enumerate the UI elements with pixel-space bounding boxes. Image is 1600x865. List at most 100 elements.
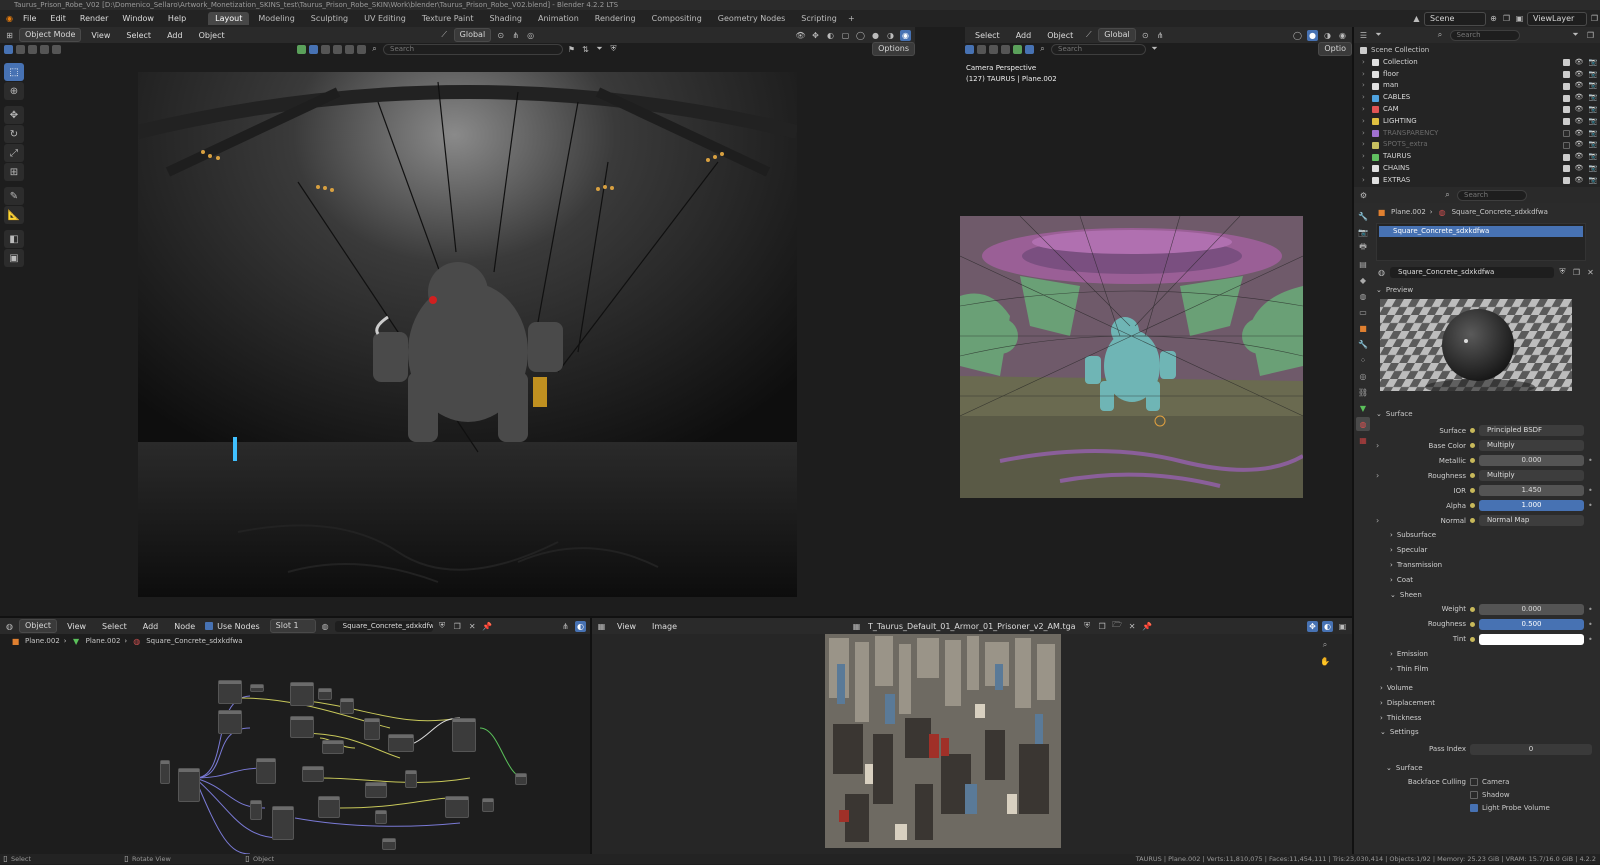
- camera-shading-wire-icon[interactable]: ◯: [1292, 30, 1303, 41]
- outliner-collection-row[interactable]: › CABLES 👁 📷: [1354, 92, 1600, 104]
- output-tab-icon[interactable]: 🖶: [1356, 241, 1370, 255]
- modifier-tab-icon[interactable]: 🔧: [1356, 337, 1370, 351]
- keyframe-dot-icon[interactable]: •: [1588, 486, 1593, 495]
- expand-chevron-icon[interactable]: ›: [1362, 151, 1368, 163]
- collapsed-subsection[interactable]: › Transmission: [1376, 558, 1600, 573]
- camera-pivot-icon[interactable]: ⊙: [1140, 30, 1151, 41]
- shader-node[interactable]: [375, 810, 387, 824]
- node-menu-add[interactable]: Add: [137, 620, 165, 633]
- keyframe-dot-icon[interactable]: •: [1588, 605, 1593, 614]
- menu-window[interactable]: Window: [116, 12, 160, 25]
- use-nodes-checkbox[interactable]: [205, 622, 214, 630]
- shader-editor-type-icon[interactable]: ◍: [4, 621, 15, 632]
- shader-node[interactable]: [256, 758, 276, 784]
- shader-node[interactable]: [178, 768, 200, 802]
- pan-hand-icon[interactable]: ✋: [1318, 654, 1332, 668]
- image-browse-icon[interactable]: ▦: [851, 621, 862, 632]
- move-tool-icon[interactable]: ✥: [4, 106, 24, 124]
- collection-tab-icon[interactable]: ▭: [1356, 305, 1370, 319]
- outliner-collection-row[interactable]: › TAURUS 👁 📷: [1354, 151, 1600, 163]
- outliner-collection-row[interactable]: › Collection 👁 📷: [1354, 57, 1600, 69]
- outliner-collection-row[interactable]: › TRANSPARENCY 👁 📷: [1354, 128, 1600, 140]
- property-field[interactable]: 0.500: [1479, 618, 1584, 630]
- light-probe-checkbox[interactable]: [1470, 804, 1478, 813]
- keyframe-dot-icon[interactable]: •: [1588, 620, 1593, 629]
- node-material-icon[interactable]: ◍: [320, 621, 331, 632]
- tab-modeling[interactable]: Modeling: [251, 12, 301, 25]
- render-camera-icon[interactable]: 📷: [1588, 69, 1598, 81]
- shader-node[interactable]: [365, 782, 387, 798]
- camera-view-menu-object[interactable]: Object: [1041, 29, 1079, 42]
- expand-chevron-icon[interactable]: ›: [1362, 104, 1368, 116]
- node-material-field[interactable]: Square_Concrete_sdxkdfwa: [334, 620, 433, 632]
- camera-shading-solid-icon[interactable]: ●: [1307, 29, 1318, 41]
- shader-object-dropdown[interactable]: Object: [19, 619, 58, 633]
- image-menu-image[interactable]: Image: [646, 620, 683, 633]
- property-field[interactable]: 1.000: [1479, 500, 1584, 511]
- texture-tab-icon[interactable]: ▦: [1356, 433, 1370, 447]
- node-duplicate-icon[interactable]: ❐: [452, 621, 463, 632]
- image-gizmo-icon[interactable]: ✥: [1307, 620, 1318, 632]
- shader-node[interactable]: [218, 710, 242, 734]
- viewport-search-input[interactable]: Search: [383, 43, 563, 55]
- camera-shading-rendered-icon[interactable]: ◉: [1337, 30, 1348, 41]
- render-camera-icon[interactable]: 📷: [1588, 151, 1598, 163]
- menu-render[interactable]: Render: [74, 12, 114, 25]
- collection-exclude-checkbox[interactable]: [1563, 82, 1570, 90]
- node-menu-node[interactable]: Node: [168, 620, 201, 633]
- options-dropdown[interactable]: Options: [872, 42, 915, 56]
- menu-help[interactable]: Help: [162, 12, 192, 25]
- render-camera-icon[interactable]: 📷: [1588, 80, 1598, 92]
- shading-wire-icon[interactable]: ◯: [855, 30, 866, 41]
- node-menu-view[interactable]: View: [61, 620, 92, 633]
- outliner-root[interactable]: Scene Collection: [1354, 45, 1600, 57]
- image-fake-user-icon[interactable]: ⛨: [1082, 621, 1093, 632]
- visibility-eye-icon[interactable]: 👁: [1574, 80, 1584, 92]
- proportional-icon[interactable]: ◎: [525, 30, 536, 41]
- zoom-icon[interactable]: ⌕: [1318, 638, 1332, 652]
- shader-node[interactable]: [340, 698, 354, 714]
- socket-dot-icon[interactable]: [1470, 606, 1475, 612]
- transform-orientation-dropdown[interactable]: Global: [453, 28, 492, 42]
- filter-icon[interactable]: [297, 44, 306, 54]
- shader-node[interactable]: [160, 760, 170, 784]
- socket-dot-icon[interactable]: [1470, 428, 1475, 433]
- render-camera-icon[interactable]: 📷: [1588, 92, 1598, 104]
- surface-panel-header[interactable]: ⌄ Surface: [1376, 407, 1600, 421]
- select-extend-icon[interactable]: [16, 44, 25, 54]
- collection-exclude-checkbox[interactable]: [1563, 177, 1570, 185]
- menu-file[interactable]: File: [17, 12, 42, 25]
- socket-dot-icon[interactable]: [1470, 473, 1475, 478]
- filter-mesh-icon[interactable]: [309, 44, 318, 54]
- viewport-menu-object[interactable]: Object: [193, 29, 231, 42]
- material-tab-icon[interactable]: ◍: [1356, 417, 1370, 431]
- socket-dot-icon[interactable]: [1470, 503, 1475, 508]
- outliner-collection-row[interactable]: › CAM 👁 📷: [1354, 104, 1600, 116]
- outliner-collection-row[interactable]: › EXTRAS 👁 📷: [1354, 175, 1600, 187]
- collapsed-subsection[interactable]: › Volume: [1376, 681, 1600, 696]
- duplicate-material-icon[interactable]: ❐: [1571, 267, 1582, 278]
- shading-rendered-icon[interactable]: ◉: [900, 29, 911, 41]
- render-camera-icon[interactable]: 📷: [1588, 175, 1598, 187]
- expand-chevron-icon[interactable]: ›: [1362, 57, 1368, 69]
- tool-tab-icon[interactable]: 🔧: [1356, 209, 1370, 223]
- collapsed-subsection[interactable]: › Thickness: [1376, 710, 1600, 725]
- shader-node[interactable]: [364, 718, 380, 740]
- select-intersect-icon[interactable]: [52, 44, 61, 54]
- overlay-icon[interactable]: ◐: [825, 30, 836, 41]
- select-box-tool-icon[interactable]: ⬚: [4, 63, 24, 81]
- fake-user-icon[interactable]: ⛨: [1557, 267, 1568, 278]
- tab-uv-editing[interactable]: UV Editing: [357, 12, 413, 25]
- shadow-checkbox[interactable]: [1470, 791, 1478, 800]
- visibility-eye-icon[interactable]: 👁: [1574, 163, 1584, 175]
- collection-exclude-checkbox[interactable]: [1563, 59, 1570, 67]
- image-unlink-icon[interactable]: ✕: [1127, 621, 1138, 632]
- snap-icon[interactable]: ⋔: [510, 30, 521, 41]
- expand-chevron-icon[interactable]: ›: [1362, 175, 1368, 187]
- socket-dot-icon[interactable]: [1470, 636, 1475, 642]
- mode-dropdown[interactable]: Object Mode: [19, 28, 82, 42]
- material-browse-icon[interactable]: ◍: [1376, 267, 1387, 278]
- camera-checkbox[interactable]: [1470, 778, 1478, 787]
- collection-exclude-checkbox[interactable]: [1563, 94, 1570, 102]
- property-field[interactable]: 0.000: [1479, 603, 1584, 615]
